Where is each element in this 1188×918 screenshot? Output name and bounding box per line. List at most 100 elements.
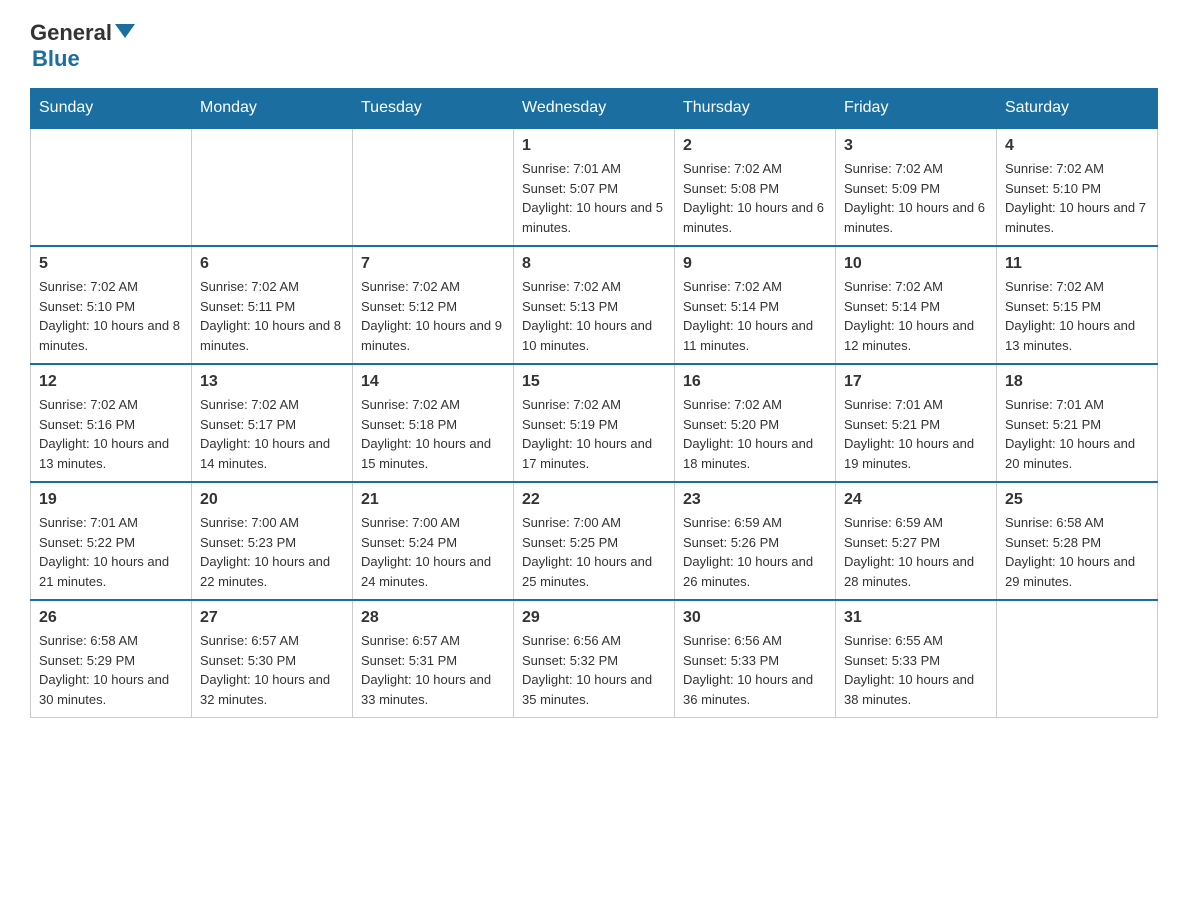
calendar-week-row: 5 Sunrise: 7:02 AMSunset: 5:10 PMDaylight… <box>31 246 1158 364</box>
day-number: 17 <box>844 373 988 391</box>
day-number: 30 <box>683 609 827 627</box>
day-number: 3 <box>844 137 988 155</box>
day-number: 14 <box>361 373 505 391</box>
day-info: Sunrise: 7:02 AMSunset: 5:19 PMDaylight:… <box>522 395 666 473</box>
page-header: General Blue <box>30 20 1158 72</box>
calendar-cell: 15 Sunrise: 7:02 AMSunset: 5:19 PMDayligh… <box>514 364 675 482</box>
day-info: Sunrise: 7:02 AMSunset: 5:09 PMDaylight:… <box>844 159 988 237</box>
logo-blue-text: Blue <box>32 46 80 71</box>
calendar-cell: 28 Sunrise: 6:57 AMSunset: 5:31 PMDayligh… <box>353 600 514 718</box>
calendar-header-monday: Monday <box>192 89 353 129</box>
day-number: 25 <box>1005 491 1149 509</box>
day-number: 7 <box>361 255 505 273</box>
calendar-cell: 27Sunrise: 6:57 AMSunset: 5:30 PMDayligh… <box>192 600 353 718</box>
calendar-cell: 8 Sunrise: 7:02 AMSunset: 5:13 PMDaylight… <box>514 246 675 364</box>
calendar-cell: 24Sunrise: 6:59 AMSunset: 5:27 PMDayligh… <box>836 482 997 600</box>
day-number: 9 <box>683 255 827 273</box>
day-number: 13 <box>200 373 344 391</box>
calendar-header-tuesday: Tuesday <box>353 89 514 129</box>
day-number: 21 <box>361 491 505 509</box>
day-number: 18 <box>1005 373 1149 391</box>
day-number: 23 <box>683 491 827 509</box>
day-number: 8 <box>522 255 666 273</box>
day-number: 4 <box>1005 137 1149 155</box>
calendar-cell: 17 Sunrise: 7:01 AMSunset: 5:21 PMDayligh… <box>836 364 997 482</box>
day-info: Sunrise: 7:02 AMSunset: 5:16 PMDaylight:… <box>39 395 183 473</box>
day-number: 5 <box>39 255 183 273</box>
logo-arrow-icon <box>115 24 135 38</box>
calendar-cell <box>31 128 192 246</box>
day-info: Sunrise: 6:57 AMSunset: 5:31 PMDaylight:… <box>361 631 505 709</box>
day-info: Sunrise: 6:59 AMSunset: 5:26 PMDaylight:… <box>683 513 827 591</box>
logo: General Blue <box>30 20 138 72</box>
calendar-cell: 2 Sunrise: 7:02 AMSunset: 5:08 PMDaylight… <box>675 128 836 246</box>
day-number: 10 <box>844 255 988 273</box>
day-info: Sunrise: 7:02 AMSunset: 5:13 PMDaylight:… <box>522 277 666 355</box>
calendar-header-thursday: Thursday <box>675 89 836 129</box>
day-info: Sunrise: 7:02 AMSunset: 5:10 PMDaylight:… <box>1005 159 1149 237</box>
day-info: Sunrise: 7:02 AMSunset: 5:10 PMDaylight:… <box>39 277 183 355</box>
day-info: Sunrise: 7:02 AMSunset: 5:12 PMDaylight:… <box>361 277 505 355</box>
calendar-week-row: 26 Sunrise: 6:58 AMSunset: 5:29 PMDayligh… <box>31 600 1158 718</box>
calendar-table: SundayMondayTuesdayWednesdayThursdayFrid… <box>30 88 1158 718</box>
calendar-cell: 10 Sunrise: 7:02 AMSunset: 5:14 PMDayligh… <box>836 246 997 364</box>
calendar-cell: 12 Sunrise: 7:02 AMSunset: 5:16 PMDayligh… <box>31 364 192 482</box>
calendar-header-wednesday: Wednesday <box>514 89 675 129</box>
calendar-cell: 4 Sunrise: 7:02 AMSunset: 5:10 PMDaylight… <box>997 128 1158 246</box>
calendar-cell: 26 Sunrise: 6:58 AMSunset: 5:29 PMDayligh… <box>31 600 192 718</box>
day-info: Sunrise: 7:00 AMSunset: 5:24 PMDaylight:… <box>361 513 505 591</box>
day-info: Sunrise: 6:56 AMSunset: 5:33 PMDaylight:… <box>683 631 827 709</box>
calendar-cell: 22Sunrise: 7:00 AMSunset: 5:25 PMDayligh… <box>514 482 675 600</box>
calendar-cell: 5 Sunrise: 7:02 AMSunset: 5:10 PMDaylight… <box>31 246 192 364</box>
day-info: Sunrise: 7:00 AMSunset: 5:23 PMDaylight:… <box>200 513 344 591</box>
day-number: 11 <box>1005 255 1149 273</box>
calendar-cell: 6Sunrise: 7:02 AMSunset: 5:11 PMDaylight… <box>192 246 353 364</box>
calendar-cell: 21 Sunrise: 7:00 AMSunset: 5:24 PMDayligh… <box>353 482 514 600</box>
calendar-cell: 16 Sunrise: 7:02 AMSunset: 5:20 PMDayligh… <box>675 364 836 482</box>
day-number: 20 <box>200 491 344 509</box>
day-number: 27 <box>200 609 344 627</box>
day-info: Sunrise: 6:56 AMSunset: 5:32 PMDaylight:… <box>522 631 666 709</box>
day-info: Sunrise: 7:02 AMSunset: 5:20 PMDaylight:… <box>683 395 827 473</box>
day-number: 31 <box>844 609 988 627</box>
day-info: Sunrise: 7:02 AMSunset: 5:14 PMDaylight:… <box>844 277 988 355</box>
day-number: 19 <box>39 491 183 509</box>
calendar-cell: 11 Sunrise: 7:02 AMSunset: 5:15 PMDayligh… <box>997 246 1158 364</box>
day-number: 12 <box>39 373 183 391</box>
calendar-header-friday: Friday <box>836 89 997 129</box>
calendar-cell: 18 Sunrise: 7:01 AMSunset: 5:21 PMDayligh… <box>997 364 1158 482</box>
day-info: Sunrise: 7:01 AMSunset: 5:21 PMDaylight:… <box>844 395 988 473</box>
calendar-week-row: 12 Sunrise: 7:02 AMSunset: 5:16 PMDayligh… <box>31 364 1158 482</box>
day-info: Sunrise: 7:02 AMSunset: 5:14 PMDaylight:… <box>683 277 827 355</box>
calendar-cell: 13Sunrise: 7:02 AMSunset: 5:17 PMDayligh… <box>192 364 353 482</box>
calendar-cell: 9 Sunrise: 7:02 AMSunset: 5:14 PMDaylight… <box>675 246 836 364</box>
calendar-header-saturday: Saturday <box>997 89 1158 129</box>
day-info: Sunrise: 6:59 AMSunset: 5:27 PMDaylight:… <box>844 513 988 591</box>
calendar-cell: 30 Sunrise: 6:56 AMSunset: 5:33 PMDayligh… <box>675 600 836 718</box>
day-info: Sunrise: 7:02 AMSunset: 5:08 PMDaylight:… <box>683 159 827 237</box>
calendar-cell: 20 Sunrise: 7:00 AMSunset: 5:23 PMDayligh… <box>192 482 353 600</box>
day-number: 15 <box>522 373 666 391</box>
calendar-cell: 7 Sunrise: 7:02 AMSunset: 5:12 PMDaylight… <box>353 246 514 364</box>
day-info: Sunrise: 7:01 AMSunset: 5:07 PMDaylight:… <box>522 159 666 237</box>
day-number: 28 <box>361 609 505 627</box>
calendar-week-row: 1Sunrise: 7:01 AMSunset: 5:07 PMDaylight… <box>31 128 1158 246</box>
day-info: Sunrise: 7:01 AMSunset: 5:22 PMDaylight:… <box>39 513 183 591</box>
day-info: Sunrise: 7:00 AMSunset: 5:25 PMDaylight:… <box>522 513 666 591</box>
day-number: 29 <box>522 609 666 627</box>
day-number: 2 <box>683 137 827 155</box>
calendar-cell <box>997 600 1158 718</box>
calendar-cell: 1Sunrise: 7:01 AMSunset: 5:07 PMDaylight… <box>514 128 675 246</box>
day-number: 6 <box>200 255 344 273</box>
day-number: 26 <box>39 609 183 627</box>
calendar-cell: 14Sunrise: 7:02 AMSunset: 5:18 PMDayligh… <box>353 364 514 482</box>
logo-general-text: General <box>30 20 112 46</box>
day-info: Sunrise: 7:02 AMSunset: 5:15 PMDaylight:… <box>1005 277 1149 355</box>
calendar-cell: 29 Sunrise: 6:56 AMSunset: 5:32 PMDayligh… <box>514 600 675 718</box>
day-info: Sunrise: 7:01 AMSunset: 5:21 PMDaylight:… <box>1005 395 1149 473</box>
calendar-cell: 3 Sunrise: 7:02 AMSunset: 5:09 PMDaylight… <box>836 128 997 246</box>
day-info: Sunrise: 6:58 AMSunset: 5:29 PMDaylight:… <box>39 631 183 709</box>
calendar-cell: 19 Sunrise: 7:01 AMSunset: 5:22 PMDayligh… <box>31 482 192 600</box>
calendar-cell <box>353 128 514 246</box>
day-number: 16 <box>683 373 827 391</box>
